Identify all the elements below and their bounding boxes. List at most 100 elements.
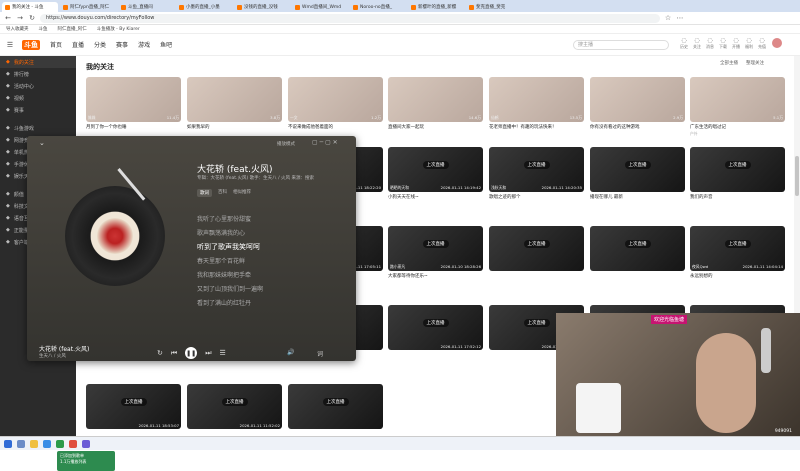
- search-input[interactable]: 搜主播: [573, 40, 669, 50]
- previous-icon[interactable]: ⏮: [171, 349, 177, 358]
- browser-tab[interactable]: 没钱的直播_没钱: [234, 2, 290, 12]
- app-icon[interactable]: [56, 439, 64, 448]
- lyrics-toggle-icon[interactable]: 词: [317, 349, 323, 358]
- pause-button[interactable]: ❚❚: [185, 347, 198, 359]
- stream-card[interactable]: 上次直播 2026-01-11 17:52:12: [388, 305, 483, 353]
- player-tab[interactable]: 相似推荐: [233, 189, 251, 197]
- app-icon[interactable]: [82, 439, 90, 448]
- browser-tab[interactable]: 小墨的直播_小墨: [176, 2, 232, 12]
- collapse-icon[interactable]: ⌄: [39, 139, 45, 147]
- browser-tab[interactable]: 新樱叶的直播_新樱: [408, 2, 464, 12]
- sidebar-item[interactable]: ◆ 斗鱼游戏: [0, 122, 76, 134]
- stream-thumbnail[interactable]: 上次直播 2026-01-11 11:52:02: [187, 384, 282, 429]
- stream-card[interactable]: 上次直播 2026-01-11 18:53:07: [86, 384, 181, 432]
- next-icon[interactable]: ⏭: [205, 349, 211, 358]
- stream-card[interactable]: 5.1万 广东生活的唱过记 户外: [690, 77, 785, 137]
- stream-thumbnail[interactable]: 姝姝 11.4万: [86, 77, 181, 122]
- file-explorer-icon[interactable]: [30, 439, 38, 448]
- stream-thumbnail[interactable]: 上次直播: [489, 226, 584, 271]
- stream-card[interactable]: 上次直播播现在哪儿 最新: [590, 147, 685, 201]
- stream-title[interactable]: 广东生活的唱过记: [690, 124, 785, 130]
- stream-card[interactable]: 上次直播 2026-01-11 11:52:02: [187, 384, 282, 432]
- bookmark-item[interactable]: 导入收藏夹: [6, 26, 29, 32]
- stream-thumbnail[interactable]: 仙鹤 13.5万: [489, 77, 584, 122]
- browser-tab[interactable]: 斐克直播_斐克: [466, 2, 522, 12]
- nav-item[interactable]: 分类: [94, 40, 106, 49]
- stream-card[interactable]: 2.9万你有没有看过的这种游戏: [590, 77, 685, 131]
- hamburger-icon[interactable]: ☰: [6, 41, 14, 49]
- stream-card[interactable]: 上次直播: [590, 226, 685, 274]
- stream-title[interactable]: 小狗天天在线~: [388, 194, 483, 200]
- stream-card[interactable]: 姝姝 11.4万 月到了你一个你也睡: [86, 77, 181, 131]
- message-icon[interactable]: ◌ 消息: [704, 37, 716, 50]
- app-icon[interactable]: [69, 439, 77, 448]
- repeat-icon[interactable]: ↻: [157, 349, 163, 357]
- stream-card[interactable]: 上次直播 晒晒的天和 2026-01-11 14:19:42 小狗天天在线~: [388, 147, 483, 201]
- stream-thumbnail[interactable]: 一文 1.2万: [288, 77, 383, 122]
- avatar[interactable]: [772, 38, 782, 48]
- stream-thumbnail[interactable]: 上次直播: [590, 147, 685, 192]
- menu-icon[interactable]: ⋯: [676, 14, 684, 22]
- browser-tab[interactable]: Noroo-no直播_: [350, 2, 406, 12]
- stream-thumbnail[interactable]: 上次直播: [288, 384, 383, 429]
- scrollbar-thumb[interactable]: [795, 156, 799, 196]
- mode-label[interactable]: 播放模式: [277, 141, 295, 147]
- stream-title[interactable]: 你有没有看过的这种游戏: [590, 124, 685, 130]
- nav-item[interactable]: 直播: [72, 40, 84, 49]
- follow-icon[interactable]: ◌ 关注: [691, 37, 703, 50]
- stream-thumbnail[interactable]: 14.6万: [388, 77, 483, 122]
- stream-card[interactable]: 仙鹤 13.5万 花老师直播中！有趣的玩法快来！: [489, 77, 584, 131]
- stream-card[interactable]: 一文 1.2万不说来做成他爸着面的: [288, 77, 383, 131]
- browser-icon[interactable]: [43, 439, 51, 448]
- stream-card[interactable]: 上次直播: [489, 226, 584, 274]
- stream-card[interactable]: 3.8万如果我早的: [187, 77, 282, 131]
- stream-thumbnail[interactable]: 3.8万: [187, 77, 282, 122]
- stream-thumbnail[interactable]: 上次直播 夜风Qwd 2026-01-11 14:04:14: [690, 226, 785, 271]
- sidebar-item[interactable]: ◆ 视频: [0, 92, 76, 104]
- stream-thumbnail[interactable]: 上次直播 路小燕凡 2026-01-10 18:28:26: [388, 226, 483, 271]
- window-controls[interactable]: ▢ ─ ▢ ✕: [312, 139, 338, 146]
- url-input[interactable]: https://www.douyu.com/directory/myFollow: [40, 13, 660, 23]
- nav-item[interactable]: 鱼吧: [160, 40, 172, 49]
- filter-option[interactable]: 整理关注: [746, 61, 764, 66]
- stream-title[interactable]: 如果我早的: [187, 124, 282, 130]
- stream-title[interactable]: 不说来做成他爸着面的: [288, 124, 383, 130]
- stream-card[interactable]: 14.6万 直播间大家一起玩: [388, 77, 483, 131]
- stream-thumbnail[interactable]: 上次直播 2026-01-11 17:52:12: [388, 305, 483, 350]
- stream-card[interactable]: 上次直播 路小燕凡 2026-01-10 18:28:26 大家都等待你还乐~: [388, 226, 483, 280]
- sidebar-item[interactable]: ◆ 我的关注: [0, 56, 76, 68]
- stream-card[interactable]: 上次直播 我们的声音: [690, 147, 785, 201]
- start-icon[interactable]: [4, 439, 12, 448]
- bookmark-item[interactable]: 斗鱼播放 - By Kiarer: [97, 26, 140, 32]
- stream-thumbnail[interactable]: 2.9万: [590, 77, 685, 122]
- nav-item[interactable]: 首页: [50, 40, 62, 49]
- history-icon[interactable]: ◌ 历史: [678, 37, 690, 50]
- player-tab[interactable]: 歌词: [197, 189, 212, 197]
- stream-thumbnail[interactable]: 上次直播: [590, 226, 685, 271]
- stream-title[interactable]: 播现在哪儿 最新: [590, 194, 685, 200]
- stream-title[interactable]: 大家都等待你还乐~: [388, 273, 483, 279]
- bookmark-item[interactable]: 阿仁直播_阿仁: [58, 26, 87, 32]
- stream-title[interactable]: 永远别想的: [690, 273, 785, 279]
- volume-icon[interactable]: 🔊: [287, 349, 294, 356]
- browser-tab[interactable]: Wmd直播间_Wmd: [292, 2, 348, 12]
- stream-thumbnail[interactable]: 上次直播: [690, 147, 785, 192]
- stream-card[interactable]: 上次直播 浅秋天和 2026-01-11 14:20:35 歌唱之迹的那个: [489, 147, 584, 201]
- stream-card[interactable]: 上次直播: [288, 384, 383, 432]
- gift-icon[interactable]: ◌ 福利: [743, 37, 755, 50]
- wallet-icon[interactable]: ◌ 充值: [756, 37, 768, 50]
- playlist-icon[interactable]: ☰: [220, 349, 226, 357]
- stream-thumbnail[interactable]: 上次直播 2026-01-11 18:53:07: [86, 384, 181, 429]
- player-tab[interactable]: 百科: [218, 189, 227, 197]
- site-logo[interactable]: 斗鱼: [22, 39, 40, 50]
- star-icon[interactable]: ☆: [664, 14, 672, 22]
- back-icon[interactable]: ←: [4, 14, 12, 22]
- stream-thumbnail[interactable]: 上次直播 晒晒的天和 2026-01-11 14:19:42: [388, 147, 483, 192]
- stream-card[interactable]: 上次直播 夜风Qwd 2026-01-11 14:04:14 永远别想的: [690, 226, 785, 280]
- stream-thumbnail[interactable]: 5.1万: [690, 77, 785, 122]
- sidebar-item[interactable]: ◆ 排行榜: [0, 68, 76, 80]
- nav-item[interactable]: 游戏: [138, 40, 150, 49]
- sidebar-item[interactable]: ◆ 赛事: [0, 104, 76, 116]
- stream-title[interactable]: 我们的声音: [690, 194, 785, 200]
- stream-thumbnail[interactable]: 上次直播 浅秋天和 2026-01-11 14:20:35: [489, 147, 584, 192]
